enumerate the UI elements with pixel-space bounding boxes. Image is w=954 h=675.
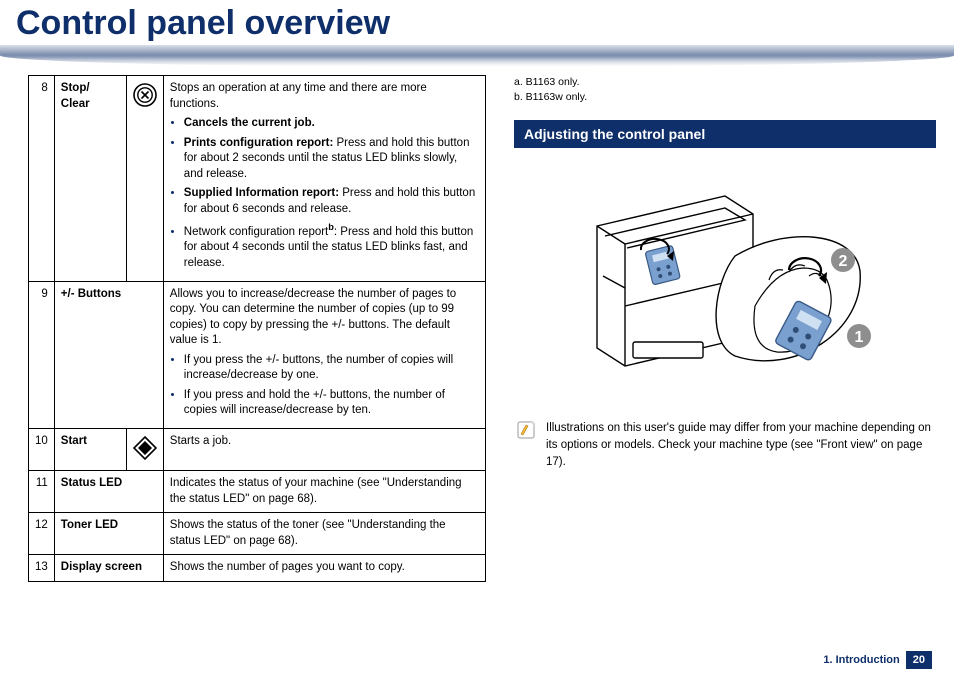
- row-description: Indicates the status of your machine (se…: [163, 471, 485, 513]
- table-row: 12 Toner LED Shows the status of the ton…: [29, 513, 486, 555]
- desc-lead: Allows you to increase/decrease the numb…: [170, 288, 456, 347]
- list-item: Supplied Information report: Press and h…: [184, 186, 479, 217]
- desc-lead: Stops an operation at any time and there…: [170, 82, 427, 110]
- row-number: 8: [29, 76, 55, 282]
- stop-clear-icon: [126, 76, 163, 282]
- row-description: Shows the number of pages you want to co…: [163, 555, 485, 582]
- note-box: Illustrations on this user's guide may d…: [514, 416, 936, 474]
- control-panel-table: 8 Stop/ Clear Stops an operation at any …: [28, 75, 486, 582]
- row-description: Allows you to increase/decrease the numb…: [163, 281, 485, 428]
- footnotes: a. B1163 only. b. B1163w only.: [514, 75, 936, 104]
- illustration: 2 1: [514, 160, 936, 408]
- page-title: Control panel overview: [0, 0, 954, 43]
- list-item: Network configuration reportb: Press and…: [184, 221, 479, 271]
- list-item: If you press the +/- buttons, the number…: [184, 353, 479, 384]
- row-number: 13: [29, 555, 55, 582]
- title-separator: [0, 45, 954, 67]
- row-number: 11: [29, 471, 55, 513]
- row-name: Display screen: [54, 555, 163, 582]
- table-row: 13 Display screen Shows the number of pa…: [29, 555, 486, 582]
- table-row: 8 Stop/ Clear Stops an operation at any …: [29, 76, 486, 282]
- row-name: Toner LED: [54, 513, 163, 555]
- note-icon: [516, 420, 536, 470]
- left-column: 8 Stop/ Clear Stops an operation at any …: [28, 75, 486, 582]
- row-name: Status LED: [54, 471, 163, 513]
- footnote-a: a. B1163 only.: [514, 75, 936, 90]
- table-row: 10 Start Starts a job.: [29, 428, 486, 471]
- table-row: 9 +/- Buttons Allows you to increase/dec…: [29, 281, 486, 428]
- row-description: Starts a job.: [163, 428, 485, 471]
- row-name: Start: [54, 428, 126, 471]
- list-item: Prints configuration report: Press and h…: [184, 136, 479, 183]
- footer-chapter: 1. Introduction: [823, 654, 899, 666]
- row-description: Shows the status of the toner (see "Unde…: [163, 513, 485, 555]
- start-icon: [126, 428, 163, 471]
- content-columns: 8 Stop/ Clear Stops an operation at any …: [0, 67, 954, 582]
- footnote-b: b. B1163w only.: [514, 90, 936, 105]
- printer-illustration: 2 1: [575, 166, 875, 396]
- note-text: Illustrations on this user's guide may d…: [546, 420, 934, 470]
- list-item: Cancels the current job.: [184, 116, 479, 132]
- callout-1: 1: [855, 329, 864, 346]
- table-row: 11 Status LED Indicates the status of yo…: [29, 471, 486, 513]
- page-footer: 1. Introduction 20: [823, 651, 932, 669]
- row-name: Stop/ Clear: [54, 76, 126, 282]
- list-item: If you press and hold the +/- buttons, t…: [184, 388, 479, 419]
- row-name: +/- Buttons: [54, 281, 163, 428]
- footer-page-number: 20: [906, 651, 932, 669]
- row-number: 9: [29, 281, 55, 428]
- row-description: Stops an operation at any time and there…: [163, 76, 485, 282]
- right-column: a. B1163 only. b. B1163w only. Adjusting…: [514, 75, 936, 582]
- row-number: 10: [29, 428, 55, 471]
- callout-2: 2: [839, 253, 848, 270]
- row-number: 12: [29, 513, 55, 555]
- section-heading: Adjusting the control panel: [514, 120, 936, 148]
